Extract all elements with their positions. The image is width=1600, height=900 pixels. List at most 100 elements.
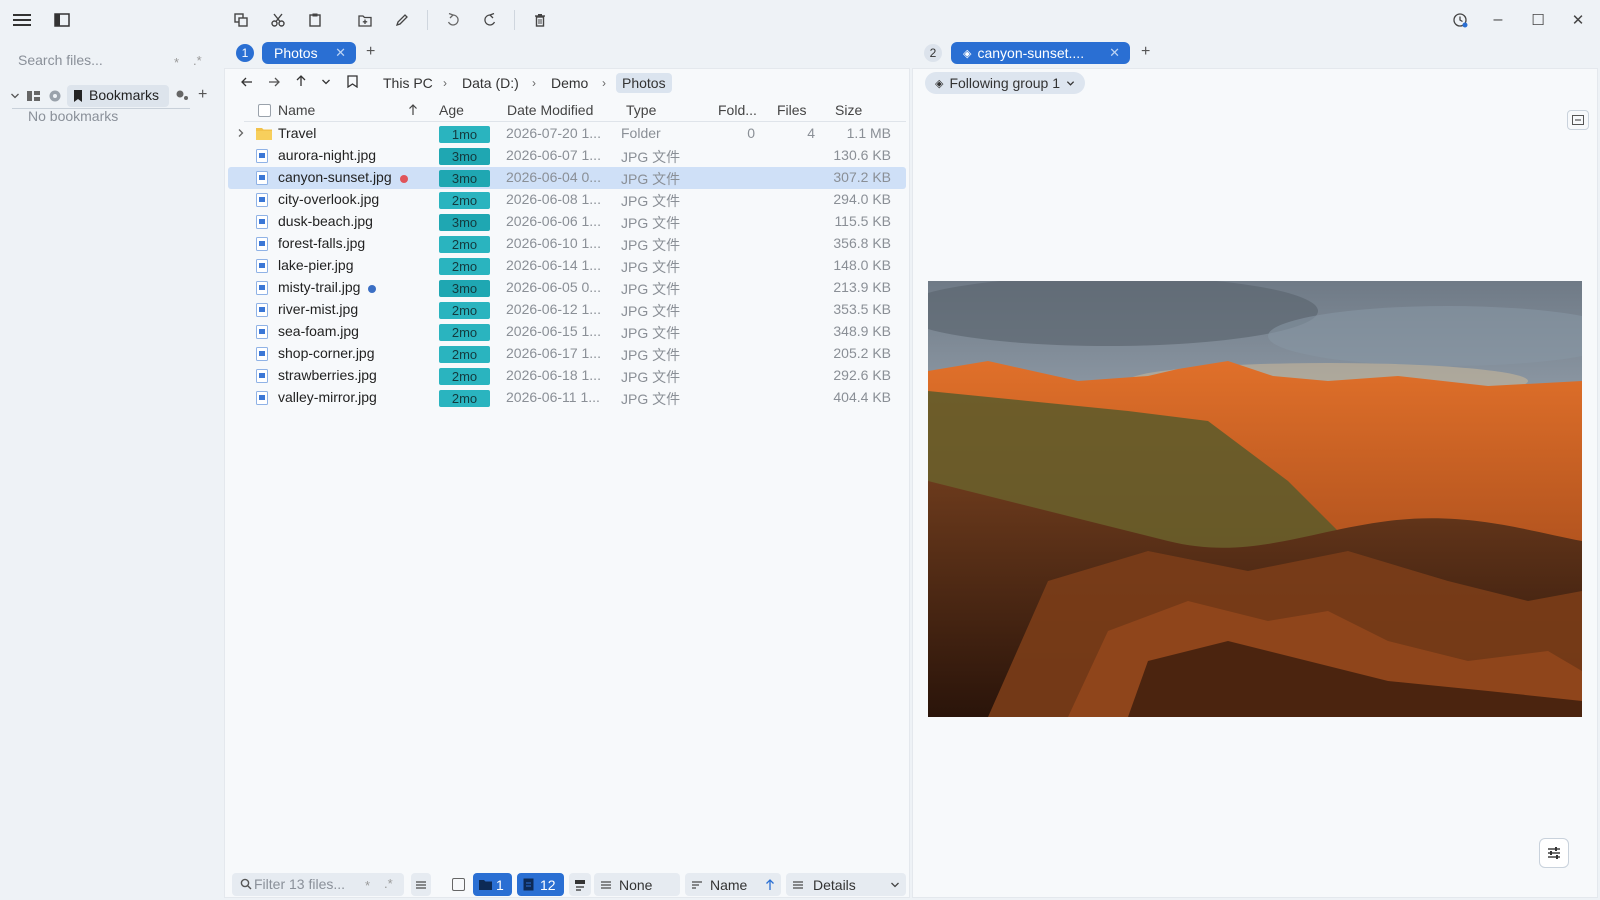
expand-chevron-icon[interactable]	[236, 128, 246, 138]
bookmark-settings-icon[interactable]	[175, 89, 189, 101]
history-icon[interactable]	[1448, 8, 1472, 32]
sidebar-search-input[interactable]: Search files...	[18, 52, 208, 72]
delete-icon[interactable]	[528, 8, 552, 32]
file-size: 307.2 KB	[833, 169, 891, 185]
close-tab-icon[interactable]: ✕	[335, 45, 346, 61]
menu-icon[interactable]	[10, 8, 34, 32]
breadcrumb-this-pc[interactable]: This PC	[383, 73, 433, 93]
filter-wildcard-toggle[interactable]: *	[365, 878, 370, 893]
back-icon[interactable]	[241, 76, 253, 88]
cut-icon[interactable]	[266, 8, 290, 32]
rename-icon[interactable]	[390, 8, 414, 32]
new-tab-button[interactable]: +	[1141, 43, 1150, 61]
breadcrumb-photos[interactable]: Photos	[616, 73, 672, 93]
new-tab-button[interactable]: +	[366, 43, 375, 61]
maximize-button[interactable]: ☐	[1526, 8, 1550, 32]
group-icon	[601, 880, 611, 889]
filter-regex-toggle[interactable]: .*	[384, 876, 393, 891]
group-mode-button[interactable]	[569, 873, 591, 896]
date-modified: 2026-06-04 0...	[506, 169, 601, 185]
folders-filter-badge[interactable]: 1	[473, 873, 512, 896]
files-filter-badge[interactable]: 12	[517, 873, 564, 896]
column-size[interactable]: Size	[835, 102, 862, 118]
table-row[interactable]: Travel 1mo 2026-07-20 1... Folder 0 4 1.1 MB	[228, 123, 906, 145]
table-row[interactable]: valley-mirror.jpg 2mo 2026-06-11 1... JPG 文…	[228, 387, 906, 409]
chevron-down-icon	[1066, 80, 1075, 86]
minimize-button[interactable]: –	[1486, 8, 1510, 32]
grid-view-icon[interactable]	[27, 90, 40, 102]
table-row[interactable]: forest-falls.jpg 2mo 2026-06-10 1... JPG 文件…	[228, 233, 906, 255]
bookmark-outline-icon[interactable]	[347, 75, 358, 88]
pane-number-badge: 1	[236, 44, 254, 62]
column-date-modified[interactable]: Date Modified	[507, 102, 593, 118]
undo-icon[interactable]	[441, 8, 465, 32]
link-diamond-icon: ◈	[935, 77, 944, 90]
table-row[interactable]: lake-pier.jpg 2mo 2026-06-14 1... JPG 文件 148…	[228, 255, 906, 277]
following-group-dropdown[interactable]: ◈ Following group 1	[925, 72, 1085, 94]
filter-input[interactable]: Filter 13 files... * .*	[232, 873, 404, 896]
image-file-icon	[256, 237, 268, 251]
column-folders[interactable]: Fold...	[718, 102, 757, 118]
date-modified: 2026-06-10 1...	[506, 235, 601, 251]
table-row[interactable]: aurora-night.jpg 3mo 2026-06-07 1... JPG 文件…	[228, 145, 906, 167]
select-all-checkbox[interactable]	[258, 104, 271, 117]
folder-icon	[256, 127, 272, 140]
breadcrumb-chevron-icon: ›	[443, 76, 447, 90]
chevron-down-icon[interactable]	[10, 91, 20, 101]
folder-count: 0	[747, 125, 755, 141]
column-type[interactable]: Type	[626, 102, 656, 118]
file-icon	[523, 878, 534, 891]
file-size: 148.0 KB	[833, 257, 891, 273]
table-row[interactable]: river-mist.jpg 2mo 2026-06-12 1... JPG 文件 35…	[228, 299, 906, 321]
forward-icon[interactable]	[268, 76, 280, 88]
preview-settings-button[interactable]	[1539, 838, 1569, 868]
column-name[interactable]: Name	[278, 102, 315, 118]
group-by-dropdown[interactable]: None	[594, 873, 680, 896]
paste-icon[interactable]	[303, 8, 327, 32]
copy-icon[interactable]	[229, 8, 253, 32]
file-type: JPG 文件	[621, 193, 681, 209]
view-mode-dropdown[interactable]: Details	[786, 873, 906, 896]
select-all-toggle[interactable]	[452, 878, 465, 891]
collapse-preview-button[interactable]	[1567, 110, 1589, 130]
select-mode-button[interactable]	[411, 873, 431, 896]
recent-icon[interactable]	[49, 90, 61, 102]
tab-canyon-sunset[interactable]: ◈ canyon-sunset.... ✕	[951, 42, 1130, 64]
new-folder-icon[interactable]	[353, 8, 377, 32]
table-row[interactable]: sea-foam.jpg 2mo 2026-06-15 1... JPG 文件 348.…	[228, 321, 906, 343]
column-age[interactable]: Age	[439, 102, 464, 118]
table-row[interactable]: shop-corner.jpg 2mo 2026-06-17 1... JPG 文件 2…	[228, 343, 906, 365]
breadcrumb-chevron-icon: ›	[602, 76, 606, 90]
tab-label: Photos	[274, 45, 318, 61]
table-row[interactable]: misty-trail.jpg 3mo 2026-06-05 0... JPG 文件 2…	[228, 277, 906, 299]
sort-icon	[692, 880, 702, 889]
table-row[interactable]: strawberries.jpg 2mo 2026-06-18 1... JPG 文件…	[228, 365, 906, 387]
history-dropdown-icon[interactable]	[321, 77, 331, 87]
image-file-icon	[256, 215, 268, 229]
table-row[interactable]: dusk-beach.jpg 3mo 2026-06-06 1... JPG 文件 11…	[228, 211, 906, 233]
table-row[interactable]: canyon-sunset.jpg 3mo 2026-06-04 0... JPG 文…	[228, 167, 906, 189]
bookmarks-label: Bookmarks	[89, 87, 160, 103]
sidebar-wildcard-toggle[interactable]: *	[174, 55, 179, 70]
sliders-icon	[1548, 847, 1560, 859]
sidebar-regex-toggle[interactable]: .*	[193, 53, 202, 68]
add-bookmark-button[interactable]: +	[198, 86, 207, 104]
column-files[interactable]: Files	[777, 102, 807, 118]
file-type: JPG 文件	[621, 171, 681, 187]
filter-placeholder: Filter 13 files...	[254, 876, 346, 892]
sort-by-dropdown[interactable]: Name	[685, 873, 781, 896]
bookmarks-tab[interactable]: Bookmarks	[67, 85, 169, 107]
toggle-sidebar-icon[interactable]	[50, 8, 74, 32]
image-file-icon	[256, 325, 268, 339]
close-button[interactable]: ✕	[1566, 8, 1590, 32]
image-file-icon	[256, 193, 268, 207]
breadcrumb-demo[interactable]: Demo	[551, 73, 588, 93]
breadcrumb-data-d[interactable]: Data (D:)	[462, 73, 519, 93]
redo-icon[interactable]	[478, 8, 502, 32]
tab-photos[interactable]: Photos ✕	[262, 42, 356, 64]
file-size: 115.5 KB	[834, 213, 891, 229]
close-tab-icon[interactable]: ✕	[1109, 45, 1120, 61]
table-row[interactable]: city-overlook.jpg 2mo 2026-06-08 1... JPG 文…	[228, 189, 906, 211]
up-icon[interactable]	[295, 75, 307, 87]
image-file-icon	[256, 281, 268, 295]
